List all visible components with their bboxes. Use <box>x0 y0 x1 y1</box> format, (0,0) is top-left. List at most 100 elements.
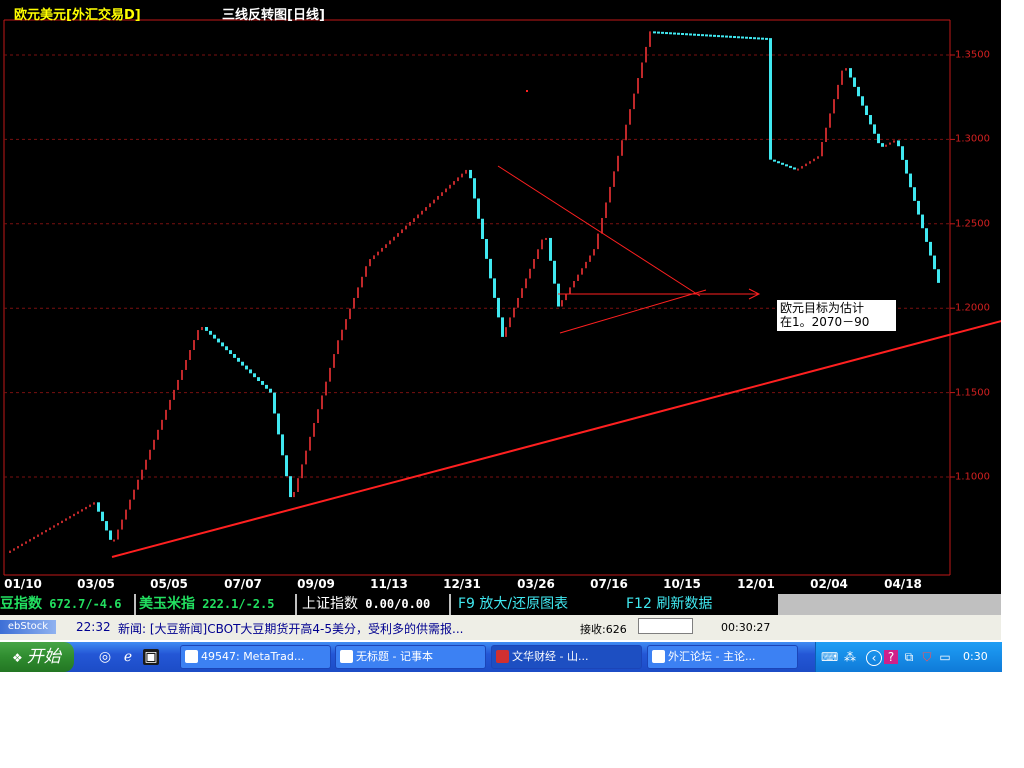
brick-down <box>489 258 492 279</box>
brick-up <box>65 518 67 521</box>
brick-down <box>713 34 716 37</box>
brick-down <box>689 33 692 36</box>
brick-up <box>133 489 135 500</box>
brick-up <box>177 379 179 390</box>
f12-refresh-hint[interactable]: F12 刷新数据 <box>626 596 712 613</box>
brick-down <box>901 146 904 160</box>
brick-down <box>749 36 752 39</box>
task-label: 文华财经 - 山... <box>512 650 589 663</box>
brick-down <box>937 269 940 283</box>
brick-down <box>269 388 272 393</box>
brick-up <box>169 399 171 410</box>
chart-window[interactable]: 欧元美元[外汇交易D] 三线反转图[日线] 1.3500 1.3000 1.25… <box>0 0 1001 594</box>
brick-up <box>21 543 23 547</box>
x-tick-label: 01/10 <box>4 577 42 591</box>
brick-up <box>137 479 139 490</box>
brick-up <box>829 113 831 128</box>
input-method-icon[interactable]: ⁂ <box>843 650 857 664</box>
task-metatrader[interactable]: 49547: MetaTrad... <box>180 645 331 669</box>
brick-down <box>245 365 248 370</box>
brick-up <box>645 46 647 63</box>
brick-up <box>529 268 531 279</box>
brick-up <box>637 78 639 94</box>
price-chart[interactable] <box>0 0 1001 594</box>
brick-down <box>725 35 728 38</box>
brick-down <box>773 159 776 162</box>
brick-down <box>97 502 100 512</box>
brick-up <box>125 509 127 520</box>
brick-down <box>481 218 484 239</box>
keyboard-icon[interactable]: ⌨ <box>821 650 838 664</box>
terminal-icon[interactable]: ▣ <box>143 649 159 665</box>
brick-down <box>765 37 768 40</box>
brick-up <box>89 504 91 507</box>
brick-up <box>141 469 143 480</box>
brick-down <box>661 31 664 34</box>
brick-up <box>25 541 27 544</box>
shield-icon[interactable]: ⛉ <box>920 650 934 664</box>
task-label: 外汇论坛 - 主论... <box>668 650 756 663</box>
task-wenhua[interactable]: 文华财经 - 山... <box>491 645 642 669</box>
brick-down <box>677 32 680 35</box>
brick-up <box>173 389 175 400</box>
brick-up <box>157 429 159 440</box>
brick-down <box>469 169 472 179</box>
brick-up <box>649 31 651 47</box>
brick-up <box>629 109 631 125</box>
brick-down <box>705 34 708 37</box>
brick-up <box>445 188 447 193</box>
x-tick-label: 03/26 <box>517 577 555 591</box>
show-desktop-icon[interactable]: ◎ <box>97 649 113 665</box>
network-icon[interactable]: ⧉ <box>902 650 916 664</box>
internet-explorer-icon[interactable]: ℯ <box>120 649 136 665</box>
brick-down <box>929 241 932 256</box>
brick-down <box>217 338 220 343</box>
brick-up <box>589 255 591 262</box>
brick-up <box>145 459 147 470</box>
metatrader-icon <box>185 650 198 663</box>
soybean-index[interactable]: 豆指数 672.7/-4.6 <box>0 596 121 613</box>
brick-down <box>657 31 660 34</box>
brick-down <box>933 255 936 270</box>
brick-down <box>493 278 496 298</box>
corn-index[interactable]: 美玉米指 222.1/-2.5 <box>139 596 274 613</box>
brick-down <box>225 346 228 351</box>
x-tick-label: 11/13 <box>370 577 408 591</box>
task-notepad[interactable]: 无标题 - 记事本 <box>335 645 486 669</box>
brick-up <box>633 93 635 110</box>
news-headline[interactable]: 新闻: [大豆新闻]CBOT大豆期货开高4-5美分，受利多的供需报... <box>118 620 463 637</box>
brick-up <box>29 539 31 542</box>
brick-up <box>441 192 443 196</box>
brick-up <box>329 367 331 382</box>
y-tick-label: 1.2000 <box>955 302 990 314</box>
receive-input[interactable] <box>638 618 693 634</box>
brick-down <box>905 159 908 174</box>
brick-up <box>837 84 839 100</box>
brick-up <box>413 218 415 222</box>
y-tick-label: 1.3000 <box>955 133 990 145</box>
f9-zoom-hint[interactable]: F9 放大/还原图表 <box>458 596 568 613</box>
brick-up <box>833 99 835 114</box>
brick-down <box>473 178 476 199</box>
brick-up <box>421 210 423 215</box>
y-tick-label: 1.2500 <box>955 218 990 230</box>
brick-down <box>253 373 256 378</box>
shanghai-index[interactable]: 上证指数 0.00/0.00 <box>302 596 430 613</box>
brick-down <box>717 35 720 38</box>
y-tick-label: 1.3500 <box>955 49 990 61</box>
brick-down <box>737 36 740 39</box>
brick-up <box>641 62 643 79</box>
help-icon[interactable]: ? <box>884 650 898 664</box>
brick-up <box>813 158 815 162</box>
brick-up <box>93 502 95 505</box>
brick-up <box>577 274 579 282</box>
brick-down <box>925 228 928 242</box>
task-forum[interactable]: 外汇论坛 - 主论... <box>647 645 798 669</box>
monitor-icon[interactable]: ▭ <box>938 650 952 664</box>
brick-down <box>733 36 736 39</box>
start-button[interactable]: ❖ 开始 <box>0 642 74 672</box>
collapse-tray-icon[interactable]: ‹ <box>866 650 882 666</box>
brick-up <box>525 278 527 289</box>
webstock-logo[interactable]: ebStock <box>0 620 56 634</box>
brick-up <box>353 297 355 309</box>
